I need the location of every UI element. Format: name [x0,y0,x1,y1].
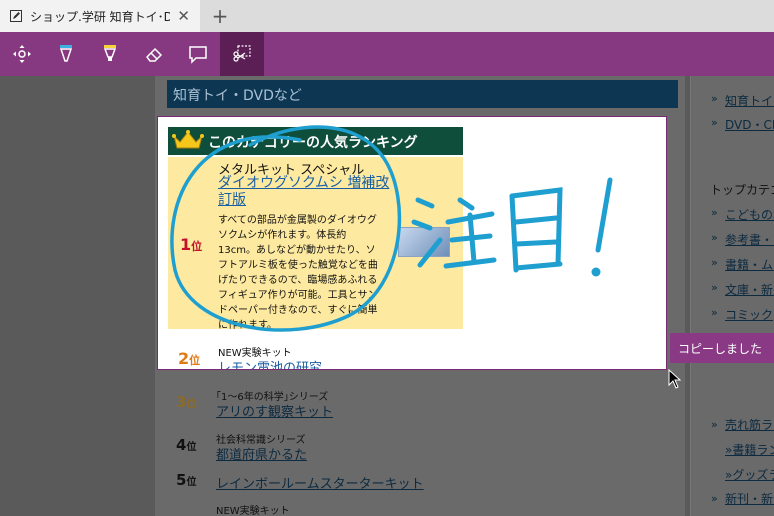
web-note-toolbar [0,32,774,76]
sidebar-arrow: » [711,418,718,431]
rank-2-number: 2位 [178,349,201,368]
copied-toast: コピーしました [670,333,774,363]
crown-icon [172,130,204,149]
sidebar-arrow: » [711,281,718,294]
rank-6-series: NEW実験キット [216,506,290,516]
sidebar-link-kids-books[interactable]: こどもの本 [725,206,774,223]
web-page: 知育トイ・DVDなど 3位 ｢1〜6年の科学｣シリーズ アリのす観察キット 4位… [0,76,774,516]
sidebar-link-toys[interactable]: 知育トイ・D [725,92,774,109]
note-edit-icon [10,10,22,22]
sidebar-arrow: » [711,92,718,105]
pan-tool-button[interactable] [0,32,44,76]
clip-icon [233,45,251,62]
new-tab-icon[interactable]: + [208,4,232,28]
sidebar-link-comics[interactable]: コミック [725,306,773,323]
sidebar-heading: トップカテゴ [710,183,774,197]
rank-5-title-link[interactable]: レインボールームスターターキット [216,473,424,492]
rank-4-number: 4位 [176,436,197,454]
clip-selection[interactable]: このカテゴリーの人気ランキング 1位 メタルキット スペシャル ダイオウグソクム… [157,116,667,370]
sidebar-link-goods-ranking[interactable]: »グッズラ [725,466,774,483]
rank-1-product-image[interactable] [398,227,450,257]
pen-tool-button[interactable] [44,32,88,76]
sidebar-link-reference[interactable]: 参考書・問 [725,231,774,248]
comment-icon [189,46,207,64]
clip-tool-button[interactable] [220,32,264,76]
sidebar-arrow: » [711,231,718,244]
sidebar-arrow: » [711,256,718,269]
pen-icon [59,45,73,62]
rank-4-title-link[interactable]: 都道府県かるた [216,444,307,463]
highlighter-tool-button[interactable] [88,32,132,76]
ranking-banner-text: このカテゴリーの人気ランキング [208,135,418,151]
rank-1-description: すべての部品が金属製のダイオウグソクムシが作れます。体長約13cm。あしなどが動… [218,215,378,331]
sidebar-link-books-mook[interactable]: 書籍・ムッ [725,256,774,273]
rank-5-number: 5位 [176,471,197,489]
tab-title: ショップ.学研 知育トイ･DV [30,9,170,24]
rank-3-title-link[interactable]: アリのす観察キット [216,401,333,420]
sidebar-link-book-ranking[interactable]: »書籍ラン [725,441,774,458]
sidebar-link-paperbacks[interactable]: 文庫・新書 [725,281,774,298]
sidebar-link-dvd[interactable]: DVD・CD [725,116,774,133]
comment-tool-button[interactable] [176,32,220,76]
eraser-icon [146,47,163,62]
sidebar-arrow: » [711,206,718,219]
sidebar-link-ranking[interactable]: 売れ筋ラン [725,416,774,433]
mouse-cursor-icon [668,369,682,389]
sidebar-arrow: » [711,306,718,319]
rank-2-title-link[interactable]: レモン電池の研究 [218,357,322,369]
pan-icon [13,45,31,63]
ranking-banner: このカテゴリーの人気ランキング [168,127,463,155]
sidebar-arrow: » [711,116,718,129]
sidebar-link-new-releases[interactable]: 新刊・新発 [725,490,774,507]
tab-strip: ショップ.学研 知育トイ･DV ✕ + [0,0,774,32]
browser-tab[interactable]: ショップ.学研 知育トイ･DV ✕ [0,0,200,32]
sidebar-arrow: » [711,492,718,505]
rank-3-number: 3位 [176,393,197,411]
highlighter-icon [103,45,117,61]
section-header: 知育トイ・DVDなど [167,80,678,108]
rank-1-number: 1位 [180,235,203,254]
rank-1-title-link[interactable]: ダイオウグソクムシ 増補改訂版 [218,175,398,209]
close-tab-icon[interactable]: ✕ [177,7,190,25]
eraser-tool-button[interactable] [132,32,176,76]
